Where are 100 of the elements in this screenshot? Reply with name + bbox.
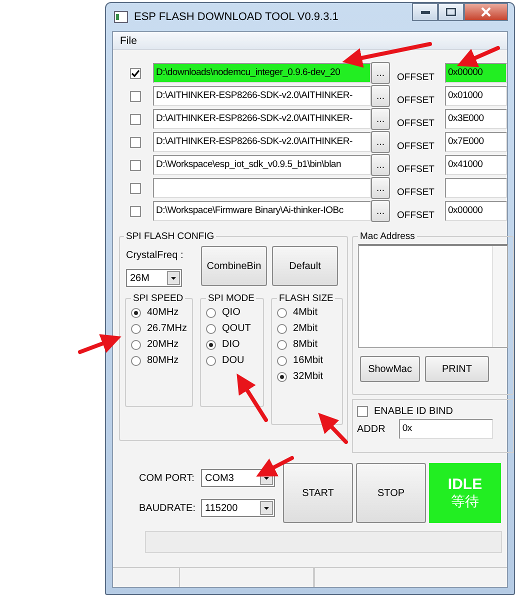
scrollbar[interactable]	[492, 246, 508, 347]
radio-button[interactable]	[277, 324, 288, 334]
radio-button[interactable]	[277, 356, 288, 366]
file-path-field[interactable]: D:\Workspace\Firmware Binary\Ai-thinker-IOBc	[153, 201, 371, 221]
checkmark-icon	[131, 68, 140, 78]
radio-button[interactable]	[277, 308, 288, 318]
browse-button[interactable]: ...	[371, 200, 390, 222]
file-path-field[interactable]: D:\AITHINKER-ESP8266-SDK-v2.0\AITHINKER-	[153, 86, 371, 106]
offset-field[interactable]	[445, 178, 507, 198]
radio-label: 20MHz	[147, 339, 179, 350]
crystal-freq-dropdown[interactable]: 26M	[126, 269, 182, 287]
offset-field[interactable]: 0x41000	[445, 155, 507, 175]
checkbox[interactable]	[130, 90, 141, 102]
id-bind-label: ENABLE ID BIND	[374, 406, 453, 417]
checkbox[interactable]	[130, 114, 141, 124]
checkbox[interactable]	[130, 160, 141, 170]
radio-label: 16Mbit	[293, 355, 324, 366]
status-text: IDLE	[448, 477, 482, 494]
browse-button[interactable]: ...	[371, 85, 390, 107]
radio-button[interactable]	[131, 324, 141, 334]
close-button[interactable]	[464, 3, 508, 21]
offset-field[interactable]: 0x01000	[445, 86, 507, 106]
file-path-field[interactable]: D:\downloads\nodemcu_integer_0.9.6-dev_20	[153, 63, 371, 83]
checkbox[interactable]	[130, 68, 141, 78]
group-title: SPI FLASH CONFIG	[125, 231, 216, 242]
radio-label: 80MHz	[147, 355, 179, 366]
offset-field[interactable]: 0x3E000	[445, 109, 507, 129]
checkbox[interactable]	[130, 182, 141, 194]
maximize-icon	[446, 8, 456, 16]
annotation-arrow	[456, 46, 500, 68]
offset-label: OFFSET	[397, 186, 436, 198]
file-path-field[interactable]	[153, 178, 371, 198]
radio-label: 4Mbit	[293, 307, 318, 318]
action-button[interactable]: STOP	[356, 463, 426, 523]
offset-label: OFFSET	[397, 210, 436, 220]
browse-button[interactable]: ...	[371, 154, 390, 176]
checkbox[interactable]	[130, 206, 141, 216]
checkbox[interactable]	[357, 406, 368, 417]
offset-field[interactable]: 0x00000	[445, 201, 507, 221]
addr-field[interactable]: 0x	[399, 419, 494, 439]
radio-label: QIO	[222, 307, 240, 318]
radio-button[interactable]	[206, 340, 216, 350]
group-title: SPI SPEED	[132, 293, 184, 304]
crystal-freq-label: CrystalFreq :	[126, 250, 184, 261]
com-port-label: COM PORT:	[139, 472, 195, 484]
annotation-arrow	[236, 374, 268, 422]
menu-item[interactable]: File	[117, 34, 140, 46]
minimize-button[interactable]	[412, 3, 438, 21]
config-button[interactable]: Default	[272, 246, 338, 286]
group-title: Mac Address	[359, 231, 416, 242]
annotation-arrow	[78, 334, 122, 354]
radio-button[interactable]	[206, 324, 216, 334]
offset-label: OFFSET	[397, 118, 436, 128]
radio-button[interactable]	[131, 356, 141, 366]
offset-field[interactable]: 0x7E000	[445, 132, 507, 152]
radio-label: 26.7MHz	[147, 323, 188, 334]
browse-button[interactable]: ...	[371, 62, 390, 84]
radio-button[interactable]	[277, 372, 288, 382]
radio-button[interactable]	[206, 308, 216, 318]
file-path-field[interactable]: D:\AITHINKER-ESP8266-SDK-v2.0\AITHINKER-	[153, 132, 371, 152]
app-icon	[114, 11, 128, 23]
browse-button[interactable]: ...	[371, 131, 390, 153]
baudrate-label: BAUDRATE:	[139, 502, 195, 514]
radio-label: 2Mbit	[293, 323, 318, 334]
radio-label: 32Mbit	[293, 371, 324, 382]
com-port-dropdown[interactable]: COM3	[201, 469, 275, 487]
radio-button[interactable]	[206, 356, 216, 366]
window-title: ESP FLASH DOWNLOAD TOOL V0.9.3.1	[134, 11, 340, 23]
radio-label: DOU	[222, 355, 244, 366]
browse-button[interactable]: ...	[371, 108, 390, 130]
annotation-arrow	[318, 412, 348, 444]
offset-field[interactable]: 0x00000	[445, 63, 507, 83]
mac-button[interactable]: PRINT	[425, 356, 490, 382]
status-subtext: 等待	[451, 494, 479, 509]
radio-button[interactable]	[277, 340, 288, 350]
file-path-field[interactable]: D:\Workspace\esp_iot_sdk_v0.9.5_b1\bin\blan	[153, 155, 371, 175]
browse-button[interactable]: ...	[371, 177, 390, 199]
group-title: FLASH SIZE	[278, 293, 334, 304]
offset-label: OFFSET	[397, 164, 436, 174]
offset-label: OFFSET	[397, 140, 436, 152]
close-icon	[481, 7, 491, 17]
group-title: SPI MODE	[207, 293, 256, 304]
mac-button[interactable]: ShowMac	[360, 356, 420, 382]
minimize-icon	[420, 10, 430, 14]
file-path-field[interactable]: D:\AITHINKER-ESP8266-SDK-v2.0\AITHINKER-	[153, 109, 371, 129]
action-button[interactable]: START	[283, 463, 353, 523]
radio-label: DIO	[222, 339, 240, 350]
offset-label: OFFSET	[397, 94, 436, 106]
config-button[interactable]: CombineBin	[201, 246, 267, 286]
radio-button[interactable]	[131, 340, 141, 350]
radio-button[interactable]	[131, 308, 141, 318]
addr-label: ADDR	[357, 424, 386, 434]
maximize-button[interactable]	[438, 3, 464, 21]
checkbox[interactable]	[130, 136, 141, 148]
offset-label: OFFSET	[397, 72, 436, 82]
radio-label: 8Mbit	[293, 339, 318, 350]
radio-label: QOUT	[222, 323, 251, 334]
baudrate-dropdown[interactable]: 115200	[201, 499, 275, 517]
annotation-arrow	[256, 456, 294, 477]
radio-label: 40MHz	[147, 307, 179, 318]
